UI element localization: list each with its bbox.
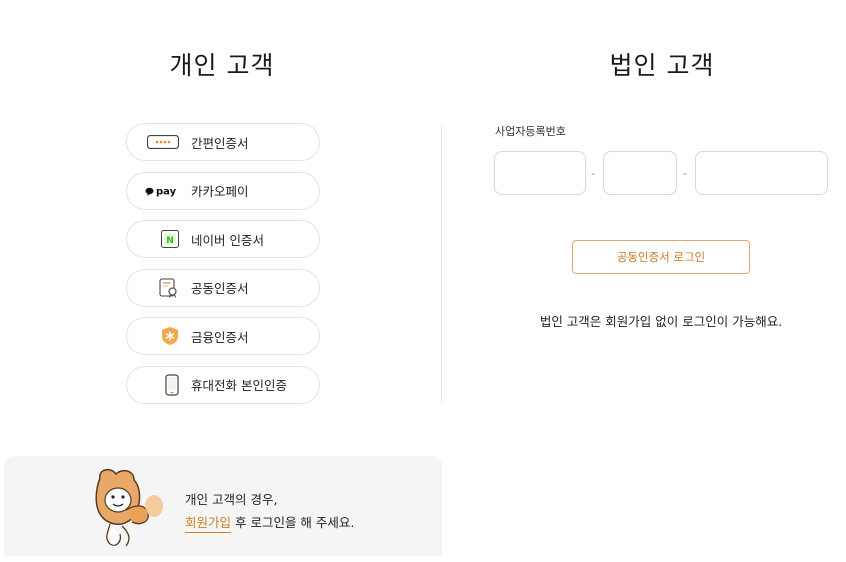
mobile-verification-label: 휴대전화 본인인증 — [191, 378, 287, 393]
joint-cert-login-button[interactable]: 공동인증서 로그인 — [572, 240, 750, 274]
mobile-phone-icon — [143, 373, 191, 396]
finance-cert-button[interactable]: 금융인증서 — [126, 317, 320, 355]
simple-cert-button[interactable]: 간편인증서 — [126, 123, 320, 161]
corporate-login-note: 법인 고객은 회원가입 없이 로그인이 가능해요. — [539, 314, 783, 329]
finance-cert-icon — [143, 326, 191, 346]
finance-cert-label: 금융인증서 — [191, 329, 249, 345]
kakaopay-badge-text: pay — [156, 186, 177, 197]
joint-cert-button[interactable]: 공동인증서 — [126, 268, 320, 307]
kakaopay-icon: pay — [143, 185, 191, 197]
naver-cert-label: 네이버 인증서 — [191, 232, 264, 248]
brn-field-part-1[interactable] — [494, 151, 586, 195]
simple-cert-label: 간편인증서 — [191, 135, 249, 151]
naver-icon: N — [143, 230, 191, 248]
character-illustration — [92, 466, 172, 556]
joint-cert-icon — [143, 277, 191, 298]
banner-text-line2-rest: 후 로그인을 해 주세요. — [231, 515, 355, 530]
brn-field-part-2[interactable] — [603, 151, 677, 195]
naver-cert-button[interactable]: N 네이버 인증서 — [126, 220, 320, 258]
kakaopay-button[interactable]: pay 카카오페이 — [126, 171, 320, 210]
joint-cert-label: 공동인증서 — [191, 281, 249, 296]
personal-customer-title: 개인 고객 — [169, 51, 275, 80]
brn-dash-1: - — [591, 167, 595, 180]
signup-link[interactable]: 회원가입 — [185, 515, 232, 533]
personal-login-methods: 간편인증서 pay 카카오페이 N 네이버 인증서 공동인증서 금융인증서 휴대… — [126, 123, 320, 414]
simple-cert-icon — [143, 135, 191, 149]
banner-text-line2: 회원가입 후 로그인을 해 주세요. — [185, 512, 355, 533]
kakaopay-label: 카카오페이 — [191, 184, 249, 199]
section-divider — [441, 124, 442, 404]
naver-badge-text: N — [166, 236, 174, 246]
corporate-customer-title: 법인 고객 — [609, 51, 715, 80]
brn-dash-2: - — [683, 167, 687, 180]
banner-text-line1: 개인 고객의 경우, — [185, 492, 278, 507]
mobile-verification-button[interactable]: 휴대전화 본인인증 — [126, 365, 320, 404]
brn-field-part-3[interactable] — [695, 151, 828, 195]
business-registration-number-label: 사업자등록번호 — [495, 125, 566, 138]
